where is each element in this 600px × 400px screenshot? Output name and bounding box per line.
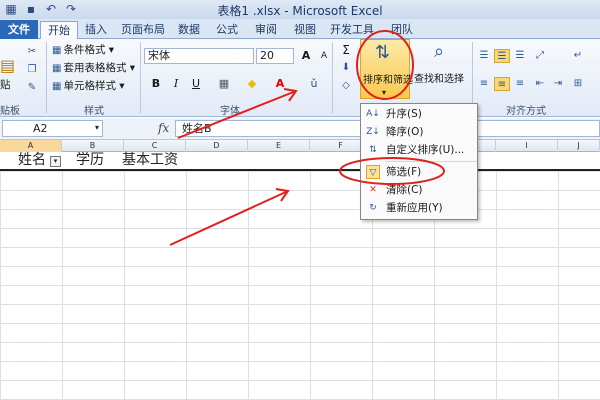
merge-center-icon[interactable]: ⊞ xyxy=(570,77,586,91)
decrease-indent-icon[interactable]: ⇤ xyxy=(532,77,548,91)
format-as-table-button[interactable]: ▦ 套用表格格式 ▾ xyxy=(52,62,135,75)
align-middle-icon[interactable]: ☰ xyxy=(494,49,510,63)
cell-styles-button[interactable]: ▦ 单元格样式 ▾ xyxy=(52,80,125,93)
column-headers: A B C D E F G H I J xyxy=(0,140,600,152)
tab-data[interactable]: 数据 xyxy=(174,21,204,39)
filter-dropdown-icon[interactable]: ▾ xyxy=(50,156,61,167)
align-center-icon[interactable]: ≡ xyxy=(494,77,510,91)
cut-icon[interactable]: ✂ xyxy=(24,45,40,59)
custom-sort-icon: ⇅ xyxy=(369,145,377,155)
column-header-b[interactable]: B xyxy=(62,140,124,152)
menu-item-custom-sort[interactable]: ⇅ 自定义排序(U)... xyxy=(361,141,477,159)
styles-group-label: 样式 xyxy=(84,106,104,117)
paste-button[interactable]: 贴 xyxy=(0,79,11,92)
paste-icon[interactable]: ▤ xyxy=(0,58,15,74)
tab-developer[interactable]: 开发工具 xyxy=(328,21,376,39)
font-group-label: 字体 xyxy=(220,106,240,117)
font-size-select[interactable]: 20 xyxy=(256,48,294,64)
window-title: 表格1 .xlsx - Microsoft Excel xyxy=(217,4,383,18)
increase-indent-icon[interactable]: ⇥ xyxy=(550,77,566,91)
column-header-d[interactable]: D xyxy=(186,140,248,152)
sort-filter-icon: ⇅ xyxy=(375,42,391,63)
menu-item-clear[interactable]: ✕ 清除(C) xyxy=(361,181,477,199)
table-format-icon: ▦ xyxy=(52,63,62,74)
title-bar: ▦ ▪ ↶ ↷ 表格1 .xlsx - Microsoft Excel xyxy=(0,0,600,19)
menu-separator xyxy=(385,161,477,162)
wrap-text-icon[interactable]: ↵ xyxy=(570,49,586,63)
align-bottom-icon[interactable]: ☰ xyxy=(512,49,528,63)
chevron-down-icon: ▾ xyxy=(382,88,387,97)
binoculars-icon: ⌕ xyxy=(434,41,445,62)
ribbon-tabs: 文件 开始 插入 页面布局 数据 公式 审阅 视图 开发工具 团队 xyxy=(0,19,600,39)
worksheet-grid[interactable] xyxy=(0,152,600,400)
column-header-a[interactable]: A xyxy=(0,140,62,152)
name-box[interactable]: A2 xyxy=(2,120,103,137)
tab-home[interactable]: 开始 xyxy=(40,21,78,39)
sort-filter-button[interactable]: ⇅ 排序和筛选 ▾ xyxy=(360,39,413,99)
autosum-icon[interactable]: Σ xyxy=(338,43,354,57)
fill-color-icon[interactable]: ◆ xyxy=(244,76,260,92)
align-right-icon[interactable]: ≡ xyxy=(512,77,528,91)
tab-file[interactable]: 文件 xyxy=(0,20,38,39)
cell-a2[interactable]: 姓名 xyxy=(18,152,46,169)
grow-font-button[interactable]: A xyxy=(298,48,314,64)
clear-filter-icon: ✕ xyxy=(369,185,377,195)
table-row[interactable]: 姓名 ▾ 学历 基本工资 xyxy=(0,152,600,171)
sort-filter-menu: A↓ 升序(S) Z↓ 降序(O) ⇅ 自定义排序(U)... ▽ 筛选(F) … xyxy=(360,103,478,220)
column-header-c[interactable]: C xyxy=(124,140,186,152)
conditional-format-button[interactable]: ▦ 条件格式 ▾ xyxy=(52,44,114,57)
column-header-e[interactable]: E xyxy=(248,140,310,152)
shrink-font-button[interactable]: A xyxy=(316,48,332,64)
group-separator xyxy=(332,42,333,113)
orientation-icon[interactable]: ⤢ xyxy=(532,49,548,63)
tab-review[interactable]: 审阅 xyxy=(251,21,281,39)
sort-asc-icon: A↓ xyxy=(366,109,380,119)
underline-button[interactable]: U xyxy=(188,76,204,92)
tab-insert[interactable]: 插入 xyxy=(80,21,112,39)
menu-item-reapply[interactable]: ↻ 重新应用(Y) xyxy=(361,199,477,217)
name-box-dropdown-icon[interactable]: ▾ xyxy=(95,123,99,132)
font-name-select[interactable]: 宋体 xyxy=(144,48,254,64)
clear-icon[interactable]: ◇ xyxy=(338,79,354,93)
alignment-group-label: 对齐方式 xyxy=(506,106,546,117)
group-separator xyxy=(140,42,141,113)
bold-button[interactable]: B xyxy=(148,76,164,92)
align-left-icon[interactable]: ≡ xyxy=(476,77,492,91)
column-header-j[interactable]: J xyxy=(558,140,600,152)
format-painter-icon[interactable]: ✎ xyxy=(24,81,40,95)
sort-desc-icon: Z↓ xyxy=(366,127,380,137)
phonetic-icon[interactable]: ǔ xyxy=(306,76,322,92)
reapply-icon: ↻ xyxy=(369,203,377,213)
tab-view[interactable]: 视图 xyxy=(290,21,320,39)
tab-page-layout[interactable]: 页面布局 xyxy=(116,21,170,39)
column-header-i[interactable]: I xyxy=(496,140,558,152)
cell-b2[interactable]: 学历 xyxy=(76,152,104,169)
menu-item-sort-descending[interactable]: Z↓ 降序(O) xyxy=(361,123,477,141)
menu-item-sort-ascending[interactable]: A↓ 升序(S) xyxy=(361,105,477,123)
fill-icon[interactable]: ⬇ xyxy=(338,61,354,75)
find-select-button[interactable]: ⌕ 查找和选择 xyxy=(412,39,470,99)
group-separator xyxy=(46,42,47,113)
ribbon: ▤ 贴 ✂ ❐ ✎ 贴板 ▦ 条件格式 ▾ ▦ 套用表格格式 ▾ ▦ 单元格样式 ▾ … xyxy=(0,39,600,117)
insert-function-icon[interactable]: fx xyxy=(158,121,169,135)
formula-bar: A2 ▾ fx 姓名B xyxy=(0,118,600,140)
borders-icon[interactable]: ▦ xyxy=(216,76,232,92)
tab-team[interactable]: 团队 xyxy=(387,21,417,39)
clipboard-group-label: 贴板 xyxy=(0,106,20,117)
copy-icon[interactable]: ❐ xyxy=(24,63,40,77)
tab-formulas[interactable]: 公式 xyxy=(212,21,242,39)
conditional-format-icon: ▦ xyxy=(52,45,62,56)
menu-item-filter[interactable]: ▽ 筛选(F) xyxy=(361,163,477,181)
cell-c2[interactable]: 基本工资 xyxy=(122,152,178,169)
cell-styles-icon: ▦ xyxy=(52,81,62,92)
font-color-icon[interactable]: A xyxy=(272,76,288,92)
italic-button[interactable]: I xyxy=(168,76,184,92)
filter-icon: ▽ xyxy=(366,165,380,179)
align-top-icon[interactable]: ☰ xyxy=(476,49,492,63)
